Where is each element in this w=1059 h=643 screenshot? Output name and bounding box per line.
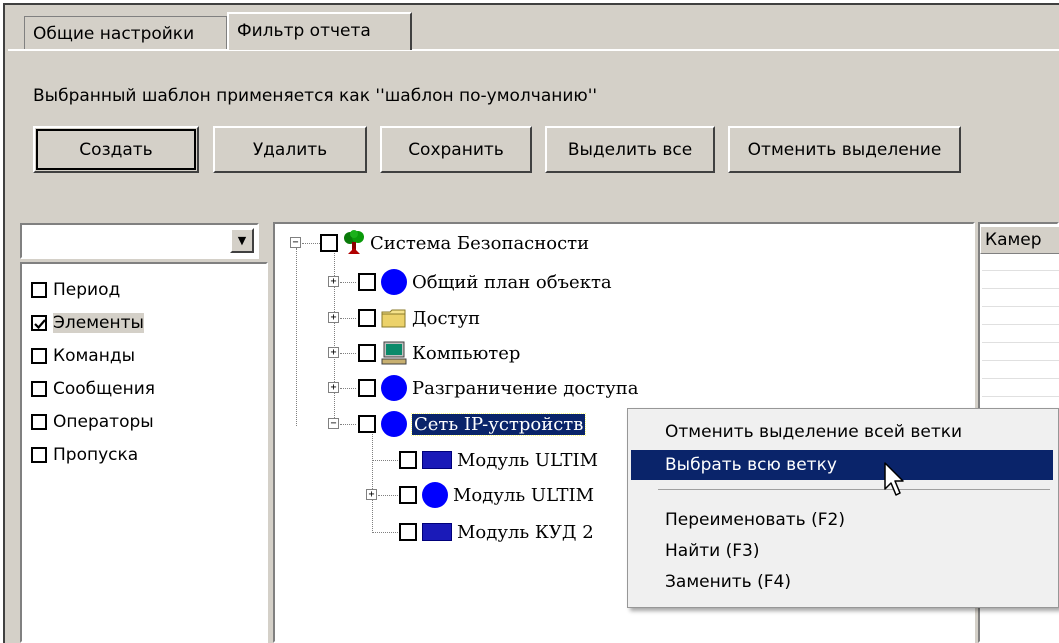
menu-item-find[interactable]: Найти (F3) [631,536,1053,566]
grid-line [982,288,1059,289]
node-checkbox[interactable] [320,234,338,252]
expand-icon[interactable]: + [328,312,339,323]
tree-node-label: Модуль ULTIM [453,484,595,506]
module-icon [422,451,452,469]
menu-separator [658,489,1050,490]
folder-icon [381,308,407,328]
tree-line [340,353,356,354]
collapse-icon[interactable]: − [328,418,339,429]
tree-line [296,248,297,426]
grid-line [982,324,1059,325]
delete-button[interactable]: Удалить [213,126,367,173]
blue-circle-icon [381,411,407,437]
tree-node-root[interactable]: Система Безопасности [320,229,589,257]
checkbox[interactable] [31,414,47,430]
grid-line [982,360,1059,361]
cameras-column-header[interactable]: Камер [980,226,1059,254]
tab-label: Фильтр отчета [237,21,371,41]
expand-icon[interactable]: + [328,276,339,287]
dropdown-arrow-icon[interactable]: ▼ [230,228,254,253]
tree-line [340,282,356,283]
grid-line [982,270,1059,271]
tree-line [334,248,335,424]
tree-node-label: Разграничение доступа [412,377,639,399]
tree-icon [343,230,365,256]
expand-icon[interactable]: + [328,347,339,358]
tree-line [302,243,322,244]
node-checkbox[interactable] [358,344,376,362]
node-checkbox[interactable] [358,309,376,327]
node-checkbox[interactable] [399,486,417,504]
filter-combobox[interactable]: ▼ [20,223,259,259]
menu-item-replace[interactable]: Заменить (F4) [631,567,1053,597]
checkbox-checked[interactable] [31,315,47,331]
checkbox[interactable] [31,348,47,364]
tab-report-filter[interactable]: Фильтр отчета [227,12,412,50]
tree-node-module-ultim-1[interactable]: Модуль ULTIM [399,446,598,474]
tree-line [372,430,373,533]
mouse-cursor-icon [884,462,910,503]
tree-line [372,532,398,533]
category-commands[interactable]: Команды [31,343,135,369]
grid-line [982,306,1059,307]
expand-icon[interactable]: + [366,489,377,500]
checkbox[interactable] [31,381,47,397]
category-messages[interactable]: Сообщения [31,376,155,402]
grid-line [982,378,1059,379]
node-checkbox[interactable] [399,451,417,469]
node-checkbox[interactable] [358,273,376,291]
menu-item-rename[interactable]: Переименовать (F2) [631,505,1053,535]
select-all-button[interactable]: Выделить все [545,126,715,173]
tree-node-module-ultim-2[interactable]: Модуль ULTIM [399,481,594,509]
tree-node-label: Модуль КУД 2 [457,521,594,543]
template-info-text: Выбранный шаблон применяется как ''шабло… [33,86,598,106]
computer-icon [381,341,407,365]
tab-label: Общие настройки [33,24,195,44]
tree-node-label: Система Безопасности [370,232,590,254]
save-button[interactable]: Сохранить [380,126,532,173]
expand-icon[interactable]: + [328,382,339,393]
tree-node-label: Доступ [412,307,481,329]
tree-node-access-control[interactable]: Разграничение доступа [358,374,639,402]
tree-node-label: Модуль ULTIM [457,449,599,471]
node-checkbox[interactable] [399,523,417,541]
collapse-icon[interactable]: − [290,237,301,248]
tree-node-access[interactable]: Доступ [358,304,480,332]
tree-node-module-kud[interactable]: Модуль КУД 2 [399,518,594,546]
tree-node-label: Компьютер [412,342,521,364]
tree-node-label: Общий план объекта [412,271,612,293]
node-checkbox[interactable] [358,379,376,397]
tree-node-general-plan[interactable]: Общий план объекта [358,268,612,296]
create-button[interactable]: Создать [33,126,199,173]
checkbox[interactable] [31,282,47,298]
blue-circle-icon [381,375,407,401]
tree-node-ip-network[interactable]: Сеть IP-устройств [358,410,587,438]
tree-line [378,495,398,496]
category-elements[interactable]: Элементы [31,310,144,336]
grid-line [982,396,1059,397]
tree-line [340,318,356,319]
tab-panel-edge [8,49,1059,51]
category-period[interactable]: Период [31,277,120,303]
checkbox[interactable] [31,447,47,463]
context-menu: Отменить выделение всей ветки Выбрать вс… [627,408,1059,608]
tab-general-settings[interactable]: Общие настройки [24,16,227,50]
category-operators[interactable]: Операторы [31,409,154,435]
tree-node-label: Сеть IP-устройств [410,412,587,436]
tree-line [340,388,356,389]
menu-item-select-branch[interactable]: Выбрать всю ветку [631,450,1053,480]
tree-node-computer[interactable]: Компьютер [358,339,520,367]
menu-item-deselect-branch[interactable]: Отменить выделение всей ветки [631,417,1053,447]
tree-line [372,460,398,461]
deselect-button[interactable]: Отменить выделение [728,126,961,173]
blue-circle-icon [422,482,448,508]
node-checkbox[interactable] [358,415,376,433]
category-passes[interactable]: Пропуска [31,442,138,468]
tree-line [340,424,356,425]
grid-line [982,342,1059,343]
module-icon [422,523,452,541]
blue-circle-icon [381,269,407,295]
